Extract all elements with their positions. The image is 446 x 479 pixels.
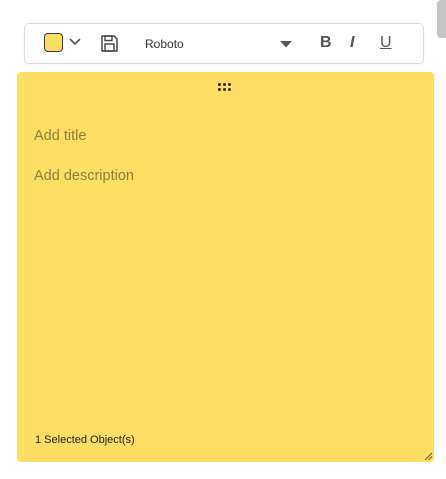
save-icon[interactable] — [100, 34, 119, 53]
note-description-input[interactable] — [34, 168, 414, 188]
bold-button[interactable]: B — [320, 34, 332, 52]
drag-handle-icon[interactable] — [217, 82, 233, 92]
note-color-swatch[interactable] — [44, 33, 63, 52]
italic-button[interactable]: I — [350, 34, 354, 52]
chevron-down-icon[interactable] — [69, 37, 81, 47]
note-title-input[interactable] — [34, 126, 414, 146]
sticky-note[interactable]: 1 Selected Object(s) — [17, 72, 434, 462]
resize-grip-icon[interactable] — [424, 452, 433, 461]
note-toolbar: Roboto B I U — [24, 23, 424, 64]
selection-status: 1 Selected Object(s) — [35, 434, 135, 446]
underline-button[interactable]: U — [380, 34, 392, 52]
font-family-select[interactable]: Roboto — [145, 37, 184, 51]
scrollbar-thumb[interactable] — [437, 0, 446, 38]
caret-down-icon[interactable] — [280, 41, 292, 48]
